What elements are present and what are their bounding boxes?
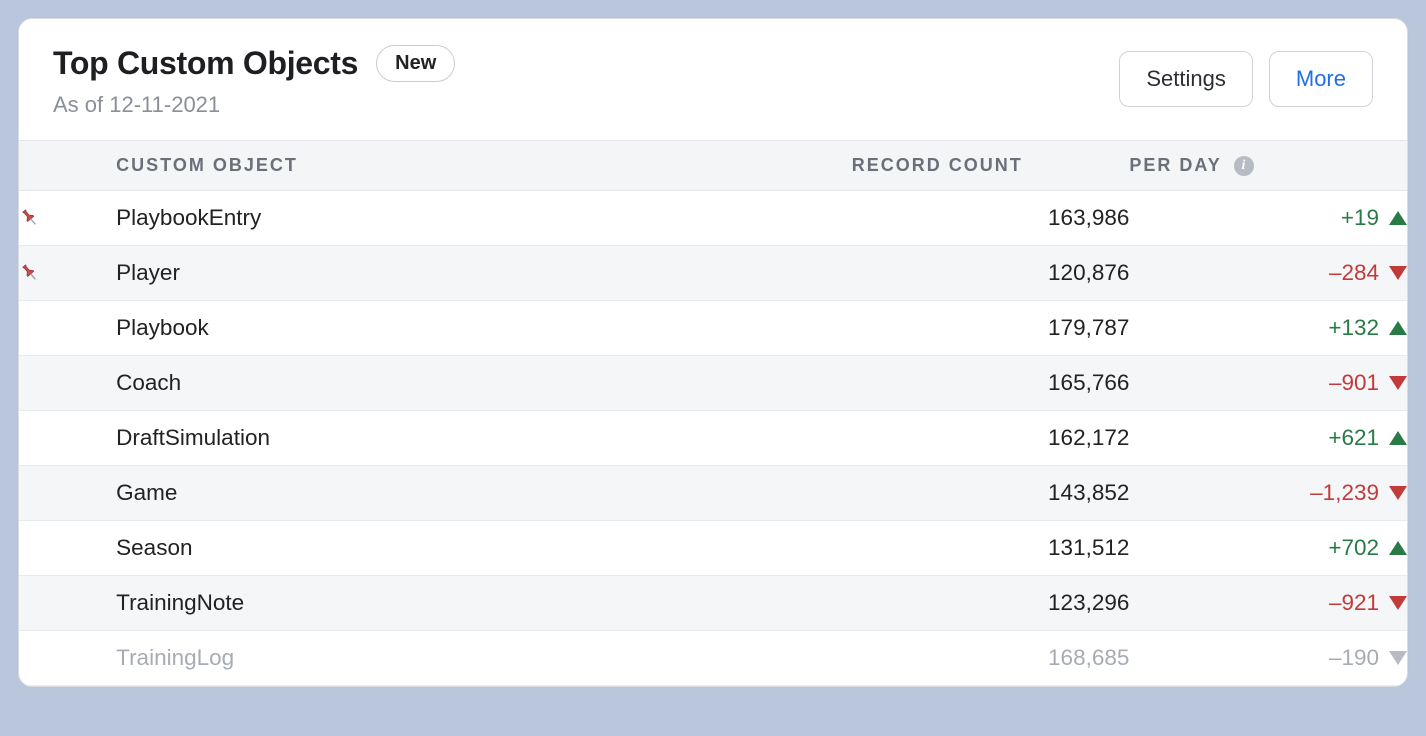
per-day-delta: +702 bbox=[1328, 535, 1379, 561]
pin-cell[interactable] bbox=[19, 411, 116, 466]
per-day-delta: –1,239 bbox=[1310, 480, 1379, 506]
table-row[interactable]: PlaybookEntry163,986 +19 bbox=[19, 191, 1407, 246]
record-count: 143,852 bbox=[852, 466, 1130, 521]
per-day-delta: +132 bbox=[1328, 315, 1379, 341]
more-button[interactable]: More bbox=[1269, 51, 1373, 107]
record-count: 179,787 bbox=[852, 301, 1130, 356]
column-header-record-count[interactable]: RECORD COUNT bbox=[852, 141, 1130, 191]
new-badge: New bbox=[376, 45, 455, 82]
per-day-delta-cell: –284 bbox=[1129, 246, 1407, 301]
info-icon[interactable]: i bbox=[1234, 156, 1254, 176]
record-count: 120,876 bbox=[852, 246, 1130, 301]
per-day-delta-cell: –1,239 bbox=[1129, 466, 1407, 521]
record-count: 123,296 bbox=[852, 576, 1130, 631]
object-name[interactable]: TrainingNote bbox=[116, 576, 852, 631]
per-day-delta: +621 bbox=[1328, 425, 1379, 451]
record-count: 131,512 bbox=[852, 521, 1130, 576]
column-header-per-day-label: PER DAY bbox=[1129, 155, 1221, 175]
card-header: Top Custom Objects New As of 12-11-2021 … bbox=[19, 19, 1407, 140]
column-header-per-day[interactable]: PER DAY i bbox=[1129, 141, 1407, 191]
pin-cell[interactable] bbox=[19, 301, 116, 356]
per-day-delta-cell: –921 bbox=[1129, 576, 1407, 631]
table-row[interactable]: Coach165,766 –901 bbox=[19, 356, 1407, 411]
pin-icon[interactable] bbox=[19, 262, 116, 284]
record-count: 163,986 bbox=[852, 191, 1130, 246]
settings-button[interactable]: Settings bbox=[1119, 51, 1253, 107]
per-day-delta-cell: –190 bbox=[1129, 631, 1407, 686]
custom-objects-table: CUSTOM OBJECT RECORD COUNT PER DAY i Pla… bbox=[19, 140, 1407, 686]
pin-cell[interactable] bbox=[19, 191, 116, 246]
per-day-delta-cell: +19 bbox=[1129, 191, 1407, 246]
per-day-delta: +19 bbox=[1341, 205, 1379, 231]
pin-cell[interactable] bbox=[19, 466, 116, 521]
trend-up-icon bbox=[1389, 541, 1407, 555]
pin-cell[interactable] bbox=[19, 576, 116, 631]
pin-icon[interactable] bbox=[19, 207, 116, 229]
object-name[interactable]: Season bbox=[116, 521, 852, 576]
trend-down-icon bbox=[1389, 376, 1407, 390]
table-row[interactable]: Playbook179,787 +132 bbox=[19, 301, 1407, 356]
per-day-delta-cell: +621 bbox=[1129, 411, 1407, 466]
table-header-row: CUSTOM OBJECT RECORD COUNT PER DAY i bbox=[19, 141, 1407, 191]
pin-cell[interactable] bbox=[19, 521, 116, 576]
object-name[interactable]: Coach bbox=[116, 356, 852, 411]
table-row[interactable]: Season131,512 +702 bbox=[19, 521, 1407, 576]
object-name[interactable]: Playbook bbox=[116, 301, 852, 356]
trend-down-icon bbox=[1389, 486, 1407, 500]
trend-down-icon bbox=[1389, 596, 1407, 610]
card-title: Top Custom Objects bbox=[53, 45, 358, 82]
table-row[interactable]: TrainingNote123,296 –921 bbox=[19, 576, 1407, 631]
record-count: 165,766 bbox=[852, 356, 1130, 411]
column-header-custom-object[interactable]: CUSTOM OBJECT bbox=[116, 141, 852, 191]
per-day-delta: –901 bbox=[1329, 370, 1379, 396]
object-name[interactable]: Game bbox=[116, 466, 852, 521]
trend-up-icon bbox=[1389, 431, 1407, 445]
top-custom-objects-card: Top Custom Objects New As of 12-11-2021 … bbox=[18, 18, 1408, 687]
per-day-delta: –284 bbox=[1329, 260, 1379, 286]
table-row[interactable]: TrainingLog168,685 –190 bbox=[19, 631, 1407, 686]
object-name[interactable]: DraftSimulation bbox=[116, 411, 852, 466]
per-day-delta-cell: +132 bbox=[1129, 301, 1407, 356]
object-name[interactable]: Player bbox=[116, 246, 852, 301]
trend-flat-icon bbox=[1389, 651, 1407, 665]
record-count: 168,685 bbox=[852, 631, 1130, 686]
per-day-delta: –921 bbox=[1329, 590, 1379, 616]
table-row[interactable]: DraftSimulation162,172 +621 bbox=[19, 411, 1407, 466]
card-title-block: Top Custom Objects New As of 12-11-2021 bbox=[53, 45, 455, 118]
trend-down-icon bbox=[1389, 266, 1407, 280]
trend-up-icon bbox=[1389, 321, 1407, 335]
column-header-pin bbox=[19, 141, 116, 191]
per-day-delta-cell: +702 bbox=[1129, 521, 1407, 576]
pin-cell[interactable] bbox=[19, 356, 116, 411]
table-row[interactable]: Player120,876 –284 bbox=[19, 246, 1407, 301]
table-row[interactable]: Game143,852 –1,239 bbox=[19, 466, 1407, 521]
pin-cell[interactable] bbox=[19, 246, 116, 301]
card-subtitle: As of 12-11-2021 bbox=[53, 92, 455, 118]
object-name[interactable]: TrainingLog bbox=[116, 631, 852, 686]
trend-up-icon bbox=[1389, 211, 1407, 225]
header-actions: Settings More bbox=[1119, 51, 1373, 107]
pin-cell[interactable] bbox=[19, 631, 116, 686]
object-name[interactable]: PlaybookEntry bbox=[116, 191, 852, 246]
per-day-delta-cell: –901 bbox=[1129, 356, 1407, 411]
record-count: 162,172 bbox=[852, 411, 1130, 466]
per-day-delta: –190 bbox=[1329, 645, 1379, 671]
